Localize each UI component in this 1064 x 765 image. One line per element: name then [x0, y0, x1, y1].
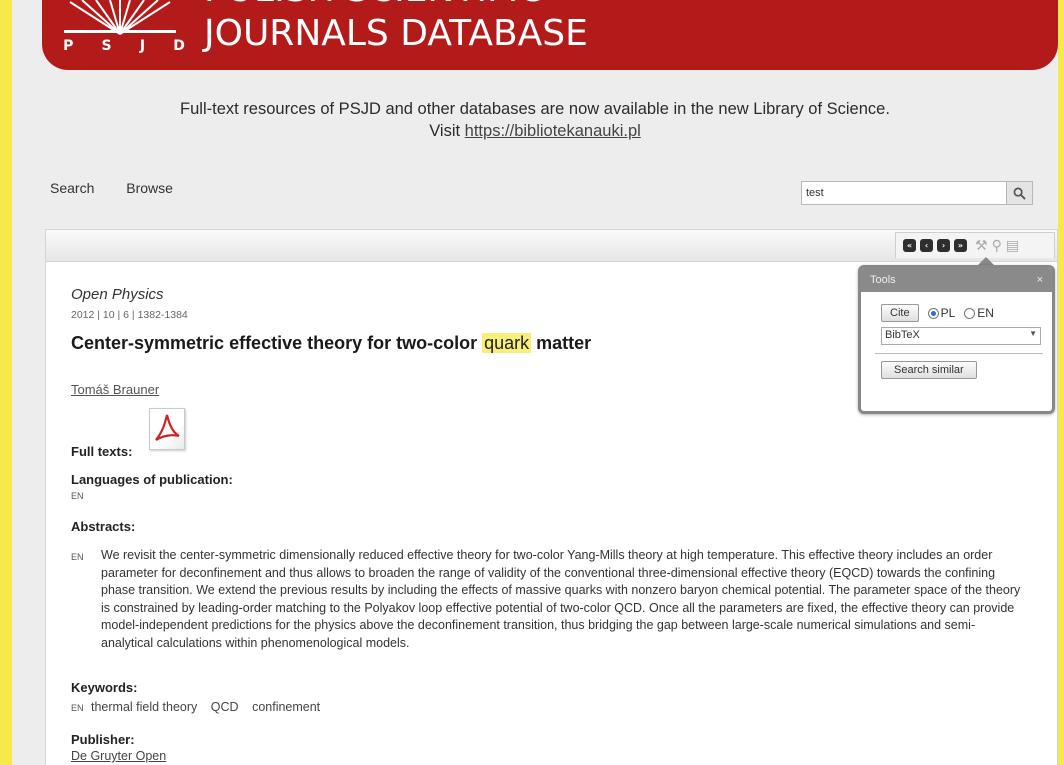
keyword-link[interactable]: QCD: [211, 700, 239, 714]
logo-letters: P S J D: [50, 38, 200, 54]
site-header: P S J D POLISH SCIENTIFIC JOURNALS DATAB…: [42, 0, 1058, 70]
full-texts-label: Full texts:: [71, 444, 133, 459]
logo-rays-icon: [64, 0, 176, 35]
tools-divider: [875, 353, 1043, 354]
site-title-line2: JOURNALS DATABASE: [204, 13, 588, 54]
keyword-link[interactable]: thermal field theory: [91, 700, 197, 714]
search-box: [801, 181, 1033, 205]
search-icon: [1013, 187, 1026, 200]
radio-pl[interactable]: PL: [927, 306, 956, 320]
tools-panel-body: Cite PL EN BibTeX ▼ Search similar: [861, 292, 1052, 379]
page: P S J D POLISH SCIENTIFIC JOURNALS DATAB…: [12, 0, 1058, 765]
search-input[interactable]: [802, 182, 1006, 204]
print-icon[interactable]: ▤: [1006, 238, 1019, 254]
keyword-link[interactable]: confinement: [252, 700, 320, 714]
abstract: EN We revisit the center-symmetric dimen…: [71, 547, 1026, 652]
nav-browse[interactable]: Browse: [126, 180, 173, 196]
issue-meta: 2012 | 10 | 6 | 1382-1384: [71, 309, 188, 321]
site-title: POLISH SCIENTIFIC JOURNALS DATABASE: [204, 0, 588, 56]
keywords-lang-code: EN: [71, 703, 84, 713]
article-title: Center-symmetric effective theory for tw…: [71, 333, 591, 354]
last-icon[interactable]: »: [954, 239, 967, 252]
notice-banner: Full-text resources of PSJD and other da…: [12, 98, 1058, 142]
article-toolbar: « ‹ › » ⚒ ⚲ ▤: [46, 230, 1057, 262]
logo-letter: S: [101, 38, 114, 54]
tools-panel-title: Tools: [870, 274, 896, 286]
search-similar-button[interactable]: Search similar: [881, 361, 977, 379]
search-button[interactable]: [1006, 182, 1032, 204]
link-icon[interactable]: ⚲: [992, 238, 1002, 254]
notice-text: Full-text resources of PSJD and other da…: [180, 100, 890, 118]
site-title-line1: POLISH SCIENTIFIC: [204, 0, 588, 12]
logo-letter: P: [63, 38, 76, 54]
abstract-lang-code: EN: [71, 552, 84, 562]
title-part-before: Center-symmetric effective theory for tw…: [71, 333, 483, 353]
cite-button[interactable]: Cite: [881, 304, 919, 322]
abstract-text: We revisit the center-symmetric dimensio…: [101, 548, 1021, 650]
abstracts-label: Abstracts:: [71, 519, 136, 534]
notice-visit-label: Visit: [429, 122, 461, 140]
logo-letter: D: [173, 38, 187, 54]
chevron-down-icon: ▼: [1029, 329, 1037, 338]
main-nav: Search Browse: [50, 180, 201, 196]
publisher-link[interactable]: De Gruyter Open: [71, 749, 166, 763]
radio-pl-label: PL: [940, 306, 956, 320]
publisher-label: Publisher:: [71, 732, 135, 747]
languages-label: Languages of publication:: [71, 472, 233, 487]
toolbar-icons: « ‹ › » ⚒ ⚲ ▤: [895, 232, 1055, 258]
logo-letter: J: [139, 38, 148, 54]
citation-format-value: BibTeX: [885, 329, 920, 341]
keywords-list: EN thermal field theory QCD confinement: [71, 700, 330, 714]
tools-panel: Tools × Cite PL EN BibTeX ▼ Search simil…: [858, 265, 1055, 414]
psjd-logo[interactable]: P S J D: [50, 0, 200, 70]
radio-en[interactable]: EN: [964, 306, 994, 320]
keywords-label: Keywords:: [71, 680, 138, 695]
author-link[interactable]: Tomáš Brauner: [71, 382, 159, 397]
title-part-after: matter: [531, 333, 592, 353]
tools-panel-header: Tools ×: [861, 268, 1052, 292]
pdf-icon[interactable]: [149, 408, 185, 450]
next-icon[interactable]: ›: [937, 239, 950, 252]
radio-pl-dot: [927, 307, 939, 319]
prev-icon[interactable]: ‹: [920, 239, 933, 252]
tools-icon[interactable]: ⚒: [975, 238, 988, 254]
citation-format-select[interactable]: BibTeX ▼: [881, 327, 1041, 345]
cite-row: Cite PL EN: [881, 304, 1038, 322]
radio-en-dot: [964, 307, 976, 319]
close-icon[interactable]: ×: [1037, 274, 1043, 286]
first-icon[interactable]: «: [903, 239, 916, 252]
language-code: EN: [71, 491, 84, 501]
nav-search[interactable]: Search: [50, 180, 94, 196]
radio-en-label: EN: [977, 306, 994, 320]
search-highlight: quark: [482, 333, 532, 353]
library-link[interactable]: https://bibliotekanauki.pl: [465, 122, 641, 140]
journal-name[interactable]: Open Physics: [71, 286, 164, 303]
